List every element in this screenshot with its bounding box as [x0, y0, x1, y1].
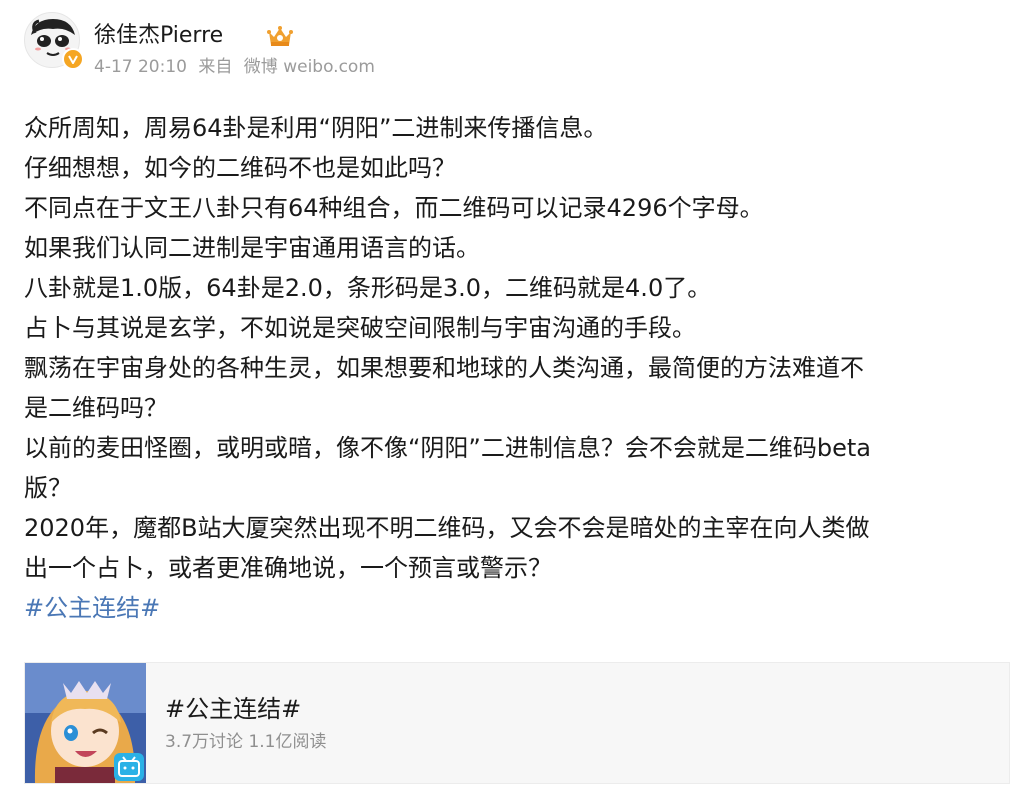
body-line: 版？	[24, 474, 72, 502]
verified-badge-icon	[62, 48, 84, 70]
post-source[interactable]: 微博 weibo.com	[244, 57, 375, 77]
topic-stats: 3.7万讨论 1.1亿阅读	[165, 732, 327, 752]
hashtag-link[interactable]: #公主连结#	[24, 594, 160, 622]
crown-vip-icon[interactable]	[267, 24, 293, 48]
topic-thumbnail	[25, 663, 146, 783]
author-avatar[interactable]	[24, 12, 84, 70]
body-line: 占卜与其说是玄学，不如说是突破空间限制与宇宙沟通的手段。	[24, 314, 696, 342]
topic-card[interactable]: #公主连结# 3.7万讨论 1.1亿阅读	[24, 662, 1010, 784]
post-meta: 4-17 20:10 来自 微博 weibo.com	[94, 56, 375, 78]
body-line: 是二维码吗？	[24, 394, 168, 422]
source-prefix: 来自	[198, 57, 233, 77]
body-line: 飘荡在宇宙身处的各种生灵，如果想要和地球的人类沟通，最简便的方法难道不	[24, 354, 864, 382]
bilibili-tv-icon	[114, 753, 144, 781]
author-name[interactable]: 徐佳杰Pierre	[94, 21, 223, 51]
post-header: 徐佳杰Pierre 4-17 20:10 来自 微博 weibo.com	[24, 12, 1000, 82]
body-line: 2020年，魔都B站大厦突然出现不明二维码，又会不会是暗处的主宰在向人类做	[24, 514, 870, 542]
body-line: 如果我们认同二进制是宇宙通用语言的话。	[24, 234, 480, 262]
body-line: 以前的麦田怪圈，或明或暗，像不像“阴阳”二进制信息？会不会就是二维码beta	[24, 434, 871, 462]
body-line: 仔细想想，如今的二维码不也是如此吗？	[24, 154, 456, 182]
post-timestamp[interactable]: 4-17 20:10	[94, 57, 187, 77]
body-line: 众所周知，周易64卦是利用“阴阳”二进制来传播信息。	[24, 114, 608, 142]
body-line: 出一个占卜，或者更准确地说，一个预言或警示？	[24, 554, 552, 582]
body-line: 不同点在于文王八卦只有64种组合，而二维码可以记录4296个字母。	[24, 194, 764, 222]
topic-title[interactable]: #公主连结#	[165, 693, 301, 725]
post-body: 众所周知，周易64卦是利用“阴阳”二进制来传播信息。 仔细想想，如今的二维码不也…	[24, 108, 1000, 628]
body-line: 八卦就是1.0版，64卦是2.0，条形码是3.0，二维码就是4.0了。	[24, 274, 712, 302]
